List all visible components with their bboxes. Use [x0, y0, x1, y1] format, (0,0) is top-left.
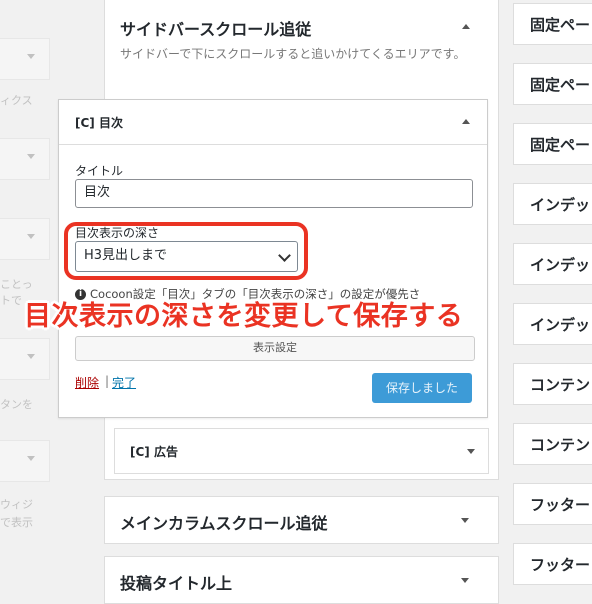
right-widget-item[interactable]: コンテン — [513, 363, 592, 405]
delete-link[interactable]: 削除 — [75, 374, 99, 391]
right-widget-label: インデッ — [530, 196, 591, 214]
right-widget-label: 固定ペー — [530, 16, 591, 34]
right-widget-item[interactable]: インデッ — [513, 183, 592, 225]
left-widget-box[interactable] — [0, 440, 50, 482]
annotation-text: 目次表示の深さを変更して保存する — [24, 301, 464, 332]
title-field[interactable]: 目次 — [75, 179, 473, 208]
right-widget-label: インデッ — [530, 256, 591, 274]
left-fragment: ウィジ — [0, 498, 33, 511]
left-fragment: トで — [0, 294, 22, 307]
right-widget-item[interactable]: インデッ — [513, 243, 592, 285]
right-widget-label: フッター — [530, 556, 591, 574]
right-widget-item[interactable]: フッター — [513, 483, 592, 525]
left-fragment: タンを — [0, 398, 33, 411]
link-separator: | — [105, 374, 110, 388]
left-widget-box[interactable] — [0, 218, 50, 260]
post-title-top-title: 投稿タイトル上 — [120, 574, 233, 593]
collapse-arrow-icon[interactable] — [462, 24, 470, 29]
main-column-scroll-panel[interactable]: メインカラムスクロール追従 — [104, 496, 499, 544]
right-widget-item[interactable]: インデッ — [513, 303, 592, 345]
right-widget-item[interactable]: 固定ペー — [513, 63, 592, 105]
toc-widget-title: [C] 目次 — [75, 116, 123, 130]
chevron-down-icon — [27, 54, 35, 59]
left-fragment: ことっ — [0, 278, 33, 291]
save-button[interactable]: 保存しました — [372, 373, 472, 403]
left-widget-box[interactable] — [0, 138, 50, 180]
left-widget-box[interactable] — [0, 338, 50, 380]
right-widget-item[interactable]: フッター — [513, 543, 592, 585]
expand-arrow-icon[interactable] — [467, 449, 475, 454]
chevron-down-icon — [27, 354, 35, 359]
main-column-scroll-title: メインカラムスクロール追従 — [120, 514, 328, 533]
chevron-down-icon — [27, 456, 35, 461]
right-widget-item[interactable]: 固定ペー — [513, 3, 592, 45]
right-widget-label: フッター — [530, 496, 591, 514]
title-field-label: タイトル — [75, 164, 124, 178]
right-widget-item[interactable]: 固定ペー — [513, 123, 592, 165]
right-widget-item[interactable]: コンテン — [513, 423, 592, 465]
left-fragment: で表示 — [0, 516, 33, 529]
right-widget-label: コンテン — [530, 376, 591, 394]
collapse-arrow-icon[interactable] — [462, 119, 470, 124]
right-widget-label: インデッ — [530, 316, 591, 334]
sidebar-scroll-area-description: サイドバーで下にスクロールすると追いかけてくるエリアです。 — [120, 47, 466, 61]
expand-arrow-icon[interactable] — [461, 518, 469, 523]
display-settings-button[interactable]: 表示設定 — [75, 336, 475, 361]
left-fragment: ィクス — [0, 94, 33, 107]
done-link[interactable]: 完了 — [112, 374, 136, 391]
ad-widget-title: [C] 広告 — [130, 445, 178, 459]
sidebar-scroll-area-title[interactable]: サイドバースクロール追従 — [120, 16, 311, 40]
chevron-down-icon — [27, 154, 35, 159]
right-widget-label: 固定ペー — [530, 136, 591, 154]
expand-arrow-icon[interactable] — [461, 578, 469, 583]
toc-widget-header[interactable]: [C] 目次 — [59, 100, 487, 145]
highlight-ring — [64, 222, 308, 280]
left-widget-box[interactable] — [0, 38, 50, 80]
right-widget-label: コンテン — [530, 436, 591, 454]
ad-widget[interactable]: [C] 広告 — [114, 428, 489, 474]
right-widget-label: 固定ペー — [530, 76, 591, 94]
chevron-down-icon — [27, 234, 35, 239]
